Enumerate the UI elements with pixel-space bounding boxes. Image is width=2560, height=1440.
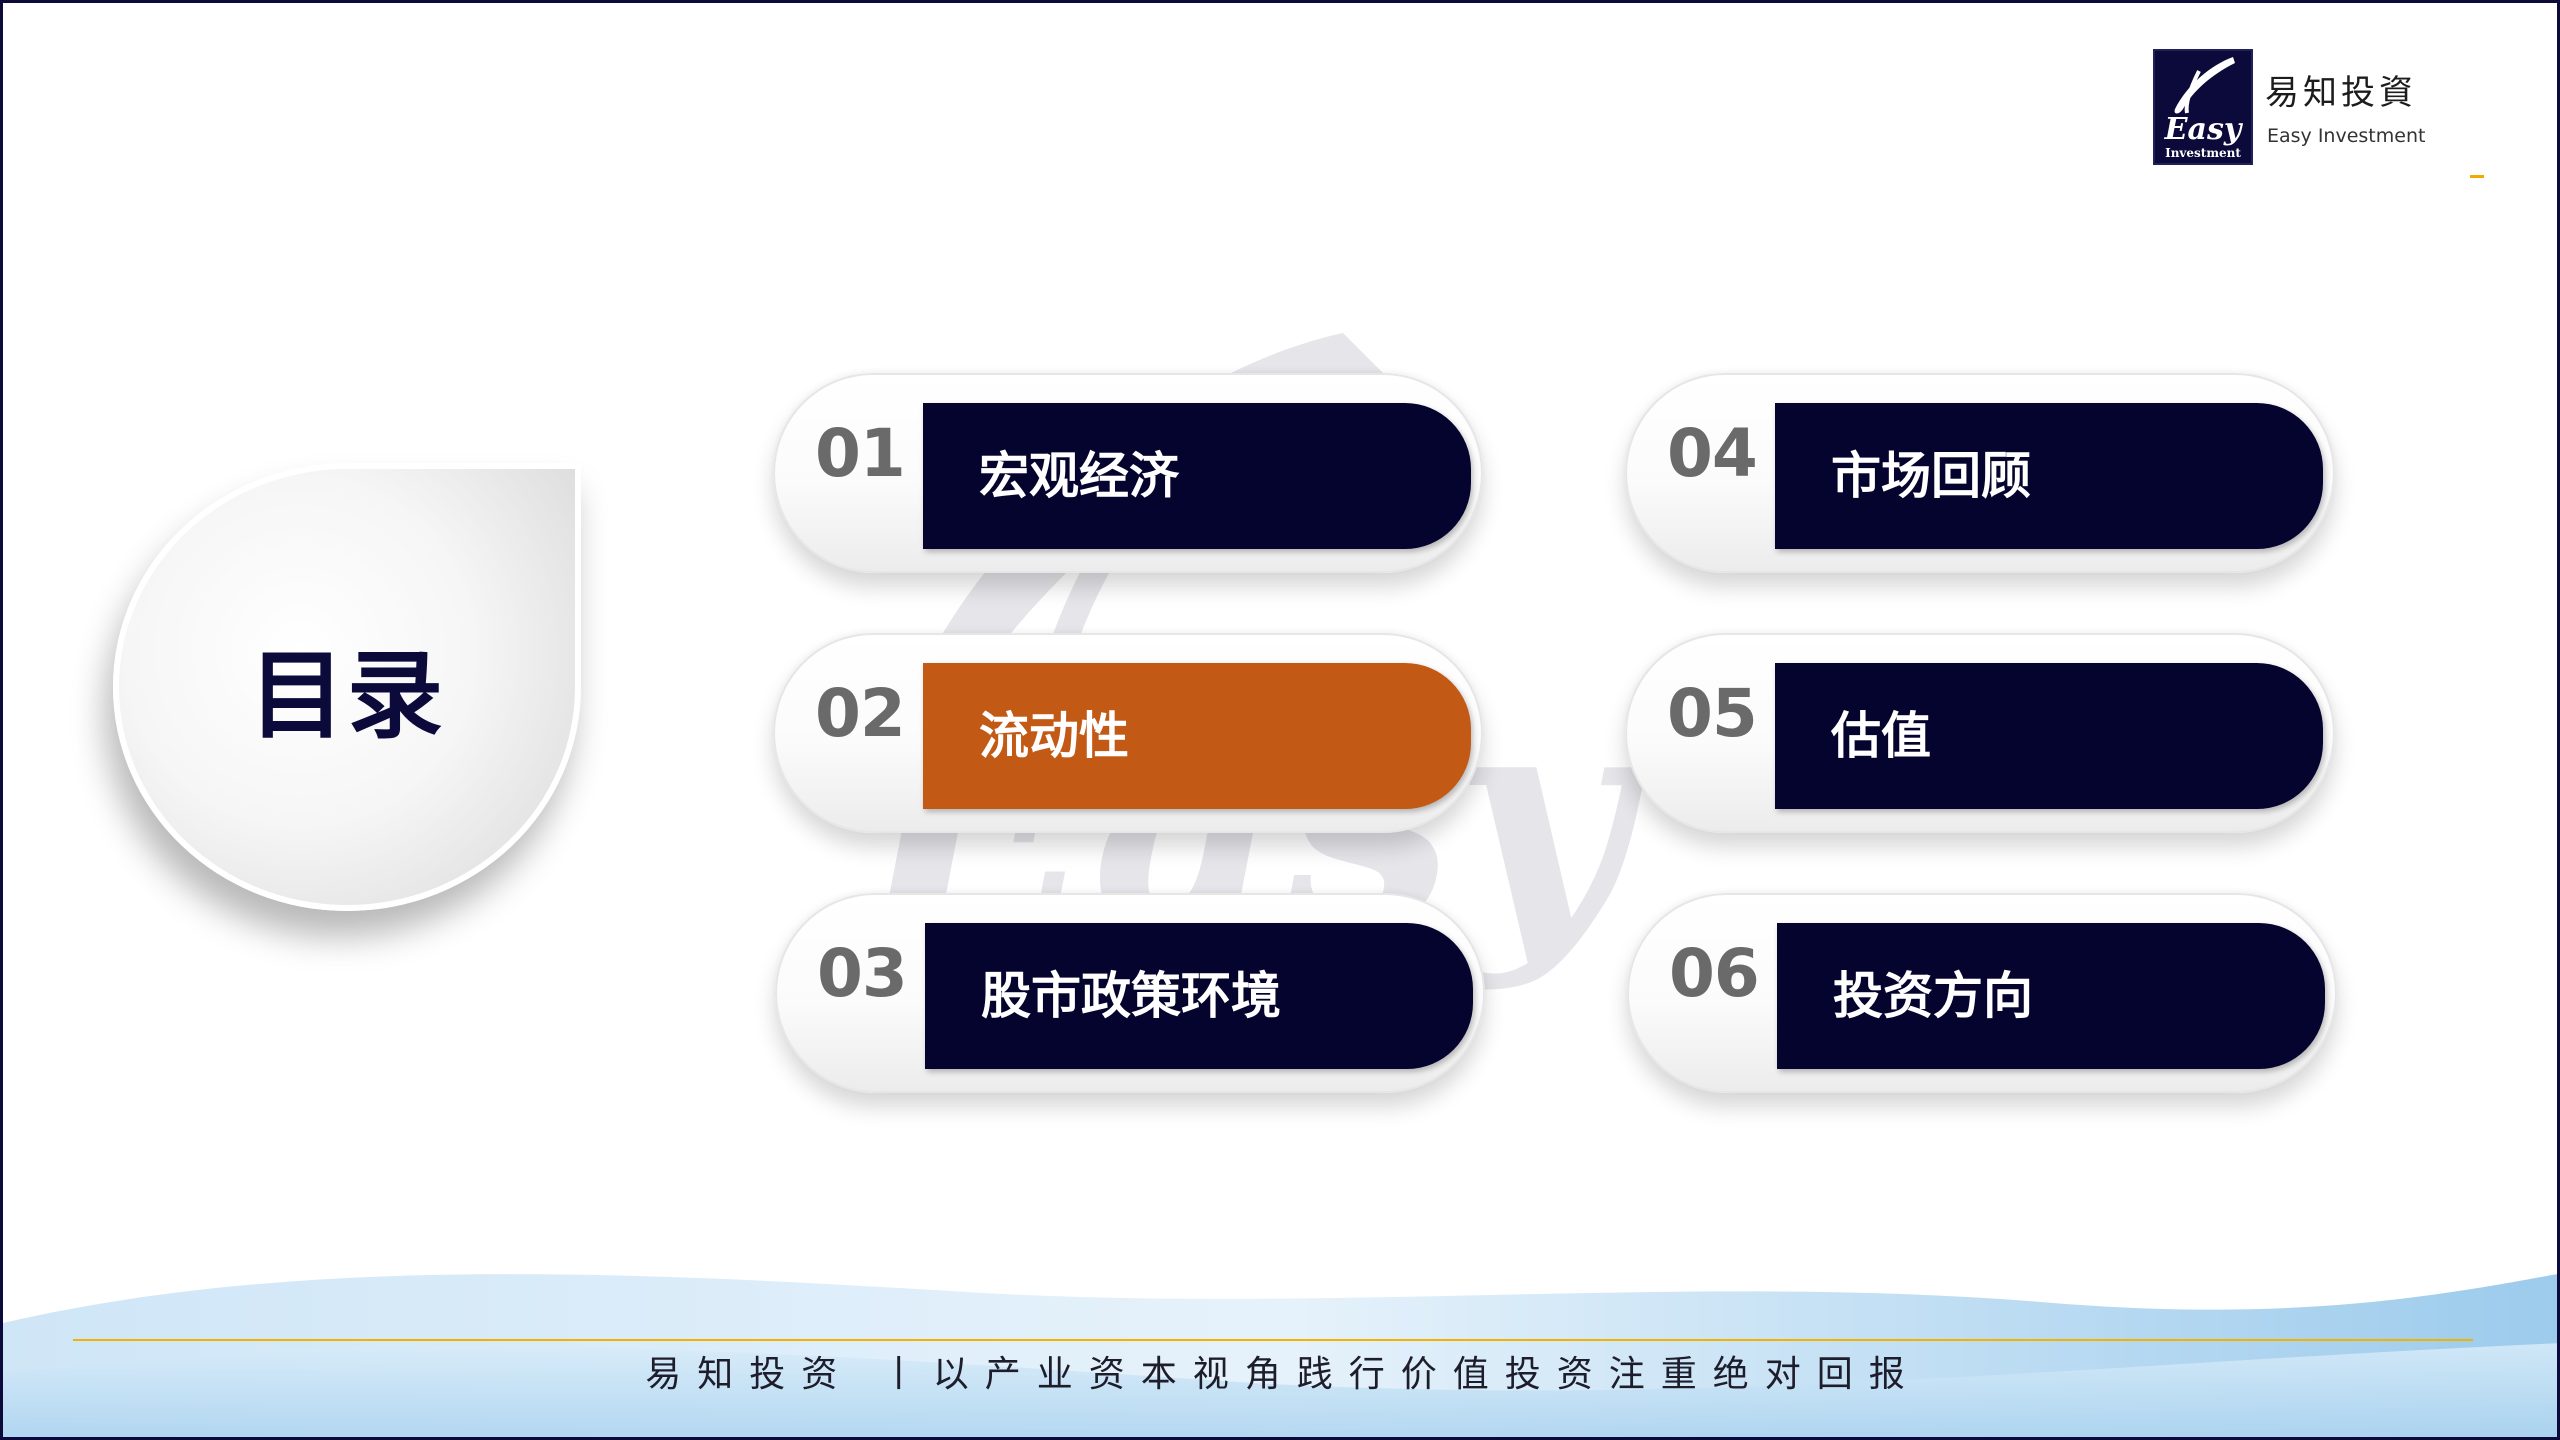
menu-item-bar: 宏观经济 [923,403,1471,549]
menu-item-bar: 市场回顾 [1775,403,2323,549]
menu-item-label: 投资方向 [1833,967,2033,1025]
menu-item-06[interactable]: 06 投资方向 [1627,893,2337,1093]
menu-item-number: 01 [815,415,906,492]
menu-item-number: 03 [817,935,908,1012]
menu-item-label: 股市政策环境 [981,967,1281,1025]
slide: Easy ent Easy Investment 易知投資 Easy Inves… [0,0,2560,1440]
logo-mark-subtext: Investment [2165,146,2241,160]
menu-item-number: 04 [1667,415,1758,492]
logo-cn-name: 易知投資 [2265,73,2417,113]
menu-item-number: 06 [1669,935,1760,1012]
logo-mark-icon: Easy Investment [2153,49,2253,165]
menu-item-number: 05 [1667,675,1758,752]
logo-mark-text: Easy [2164,112,2244,147]
menu-item-label: 市场回顾 [1831,447,2031,505]
footer-wave [3,1274,2557,1437]
page-title: 目录 [249,639,445,752]
company-logo: Easy Investment 易知投資 Easy Investment [2153,45,2493,175]
menu-item-number: 02 [815,675,906,752]
menu-item-bar: 投资方向 [1777,923,2325,1069]
logo-accent-dash [2470,175,2484,178]
logo-en-name: Easy Investment [2267,125,2426,147]
footer-divider [73,1339,2473,1341]
menu-item-label: 宏观经济 [979,447,1179,505]
menu-item-01[interactable]: 01 宏观经济 [773,373,1483,573]
menu-item-02[interactable]: 02 流动性 [773,633,1483,833]
menu-item-bar-active: 流动性 [923,663,1471,809]
menu-item-04[interactable]: 04 市场回顾 [1625,373,2335,573]
menu-item-label: 估值 [1831,707,1931,765]
menu-item-05[interactable]: 05 估值 [1625,633,2335,833]
menu-item-label: 流动性 [979,707,1129,765]
menu-item-03[interactable]: 03 股市政策环境 [775,893,1485,1093]
menu-item-bar: 估值 [1775,663,2323,809]
footer-slogan: 易知投资 丨以产业资本视角践行价值投资注重绝对回报 [645,1354,1921,1395]
menu-item-bar: 股市政策环境 [925,923,1473,1069]
